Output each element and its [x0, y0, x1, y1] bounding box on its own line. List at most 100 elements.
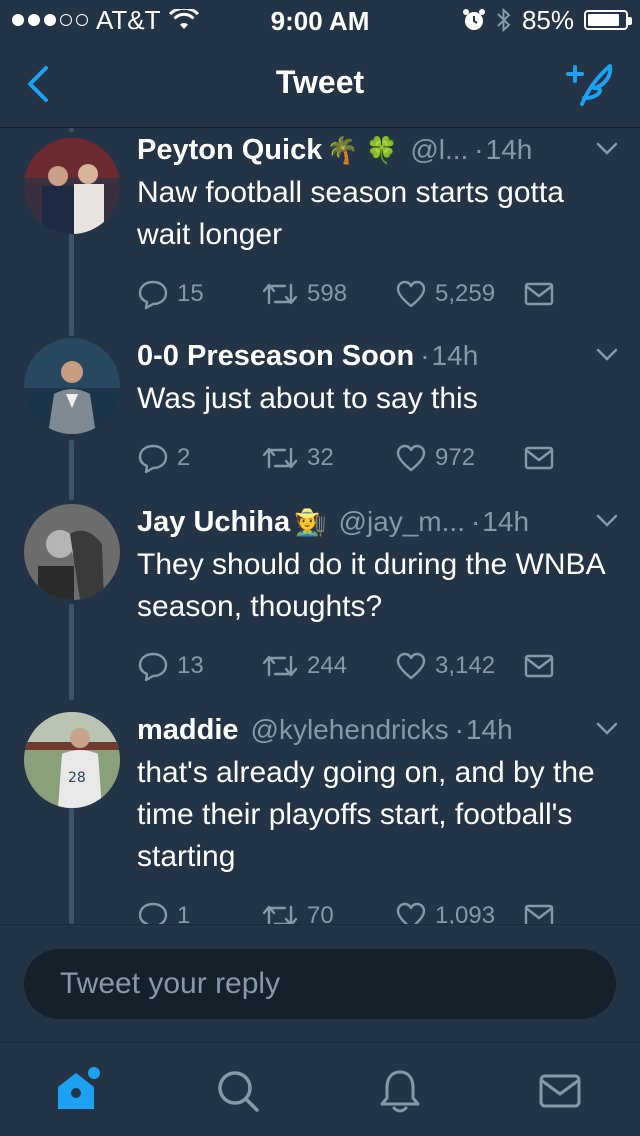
svg-text:28: 28 — [68, 770, 86, 786]
compose-tweet-button[interactable] — [560, 56, 620, 112]
heart-icon — [396, 652, 426, 680]
retweet-icon — [262, 447, 298, 469]
retweet-count: 70 — [307, 902, 334, 924]
tab-search[interactable] — [208, 1063, 268, 1119]
user-handle[interactable]: @jay_m... — [339, 506, 465, 538]
like-count: 1,093 — [435, 902, 496, 924]
search-icon — [218, 1071, 259, 1112]
reply-count: 15 — [177, 280, 204, 307]
notifications-bell-icon — [380, 1070, 420, 1113]
reply-button[interactable]: 15 — [137, 277, 204, 311]
chevron-down-icon[interactable] — [594, 718, 620, 738]
retweet-button[interactable]: 598 — [261, 277, 347, 311]
tweet-time: 14h — [482, 506, 530, 537]
tweet-text: that's already going on, and by the time… — [137, 756, 595, 873]
retweet-button[interactable]: 32 — [261, 441, 334, 475]
reply-icon — [138, 444, 168, 474]
like-button[interactable]: 3,142 — [395, 649, 495, 683]
chevron-down-icon[interactable] — [594, 344, 620, 364]
avatar[interactable]: 28 — [24, 712, 120, 808]
envelope-icon — [524, 904, 554, 924]
chevron-down-icon[interactable] — [594, 138, 620, 158]
reply-button[interactable]: 1 — [137, 899, 190, 924]
reply-count: 13 — [177, 652, 204, 679]
retweet-icon — [262, 655, 298, 677]
retweet-count: 598 — [307, 280, 348, 307]
reply-button[interactable]: 13 — [137, 649, 204, 683]
display-name[interactable]: maddie — [137, 714, 239, 747]
tweet-item[interactable]: 28 maddie @kylehendricks · 14h that's al… — [0, 708, 640, 924]
avatar[interactable] — [24, 138, 120, 234]
tweet-time: 14h — [485, 134, 533, 165]
like-button[interactable]: 5,259 — [395, 277, 495, 311]
reply-button[interactable]: 2 — [137, 441, 190, 475]
tweet-item[interactable]: Jay Uchiha 🧑‍🌾 @jay_m... · 14h They shou… — [0, 500, 640, 708]
tab-home[interactable] — [46, 1063, 106, 1119]
direct-message-button[interactable] — [523, 899, 555, 924]
tweet-text: Naw football season starts gotta wait lo… — [137, 176, 564, 251]
tweet-header: 0-0 Preseason Soon · 14h — [137, 338, 620, 374]
reply-icon — [138, 652, 168, 682]
like-count: 3,142 — [435, 652, 496, 679]
like-button[interactable]: 972 — [395, 441, 475, 475]
direct-message-button[interactable] — [523, 441, 555, 475]
status-right: 85% — [462, 4, 632, 35]
reply-count: 1 — [177, 902, 191, 924]
envelope-icon — [524, 446, 554, 470]
reply-count: 2 — [177, 444, 191, 471]
tweet-header: Peyton Quick 🌴 🍀 @l... · 14h — [137, 132, 620, 168]
name-emoji: 🧑‍🌾 — [294, 506, 327, 537]
status-bar: AT&T 9:00 AM 85% — [0, 0, 640, 40]
tweet-item[interactable]: Peyton Quick 🌴 🍀 @l... · 14h Naw footbal… — [0, 128, 640, 334]
tweet-time: 14h — [465, 714, 513, 745]
display-name[interactable]: Peyton Quick — [137, 134, 322, 167]
display-name[interactable]: Jay Uchiha — [137, 506, 290, 539]
like-count: 5,259 — [435, 280, 496, 307]
envelope-icon — [524, 282, 554, 306]
like-count: 972 — [435, 444, 476, 471]
like-button[interactable]: 1,093 — [395, 899, 495, 924]
heart-icon — [396, 444, 426, 472]
user-handle[interactable]: @l... — [410, 134, 468, 166]
tweet-header: maddie @kylehendricks · 14h — [137, 712, 620, 748]
reply-input[interactable] — [24, 949, 616, 1019]
reply-icon — [138, 902, 168, 924]
retweet-count: 244 — [307, 652, 348, 679]
avatar[interactable] — [24, 504, 120, 600]
direct-message-button[interactable] — [523, 277, 555, 311]
direct-message-button[interactable] — [523, 649, 555, 683]
tab-notifications[interactable] — [370, 1063, 430, 1119]
heart-icon — [396, 902, 426, 924]
chevron-down-icon[interactable] — [594, 510, 620, 530]
envelope-icon — [524, 654, 554, 678]
reply-icon — [138, 280, 168, 310]
battery-percent: 85% — [521, 4, 574, 35]
tab-bar — [0, 1042, 640, 1136]
heart-icon — [396, 280, 426, 308]
retweet-count: 32 — [307, 444, 334, 471]
tweet-text: They should do it during the WNBA season… — [137, 548, 604, 623]
messages-envelope-icon — [539, 1074, 581, 1108]
tweet-actions: 15 598 5,259 — [137, 277, 616, 311]
display-name[interactable]: 0-0 Preseason Soon — [137, 340, 414, 373]
tab-messages[interactable] — [530, 1063, 590, 1119]
home-icon — [58, 1067, 100, 1109]
tweet-time: 14h — [431, 340, 479, 371]
compose-tweet-icon — [566, 64, 613, 106]
user-handle[interactable]: @kylehendricks — [251, 714, 449, 746]
alarm-clock-icon — [462, 9, 485, 30]
tweet-text: Was just about to say this — [137, 382, 478, 415]
bluetooth-icon — [497, 7, 511, 33]
tweet-item[interactable]: 0-0 Preseason Soon · 14h Was just about … — [0, 334, 640, 500]
tweet-actions: 1 70 1,093 — [137, 899, 616, 924]
avatar[interactable] — [24, 338, 120, 434]
tweet-header: Jay Uchiha 🧑‍🌾 @jay_m... · 14h — [137, 504, 620, 540]
tweet-thread: Peyton Quick 🌴 🍀 @l... · 14h Naw footbal… — [0, 128, 640, 924]
retweet-icon — [262, 905, 298, 924]
tweet-actions: 13 244 3,142 — [137, 649, 616, 683]
retweet-button[interactable]: 244 — [261, 649, 347, 683]
page-title: Tweet — [275, 64, 365, 100]
retweet-button[interactable]: 70 — [261, 899, 334, 924]
navigation-bar: Tweet — [0, 40, 640, 128]
name-emoji: 🌴 🍀 — [326, 134, 399, 165]
